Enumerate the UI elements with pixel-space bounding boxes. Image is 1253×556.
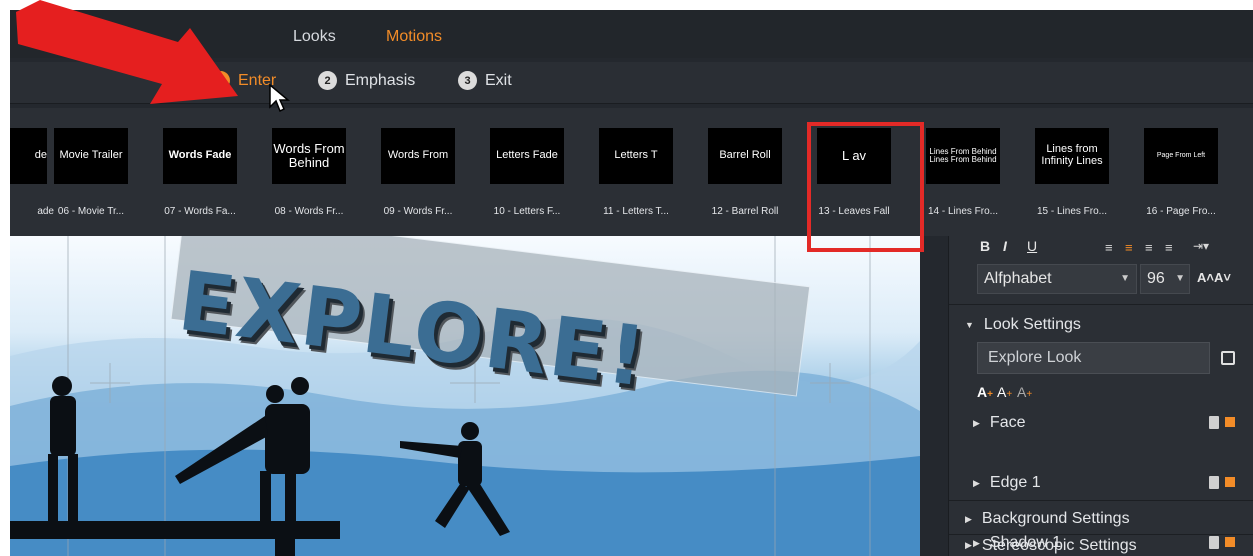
- preset-thumbnail[interactable]: Letters Fade 10 - Letters F...: [483, 128, 571, 217]
- preset-caption: 12 - Barrel Roll: [711, 206, 779, 217]
- align-center-icon[interactable]: ≡: [1125, 240, 1133, 255]
- preset-preview: Words From: [381, 128, 455, 184]
- text-direction-icon[interactable]: ⇥▾: [1193, 239, 1209, 253]
- preset-thumbnail[interactable]: Lines From Behind Lines From Behind 14 -…: [919, 128, 1007, 217]
- layer-edge-label: Edge 1: [989, 474, 1041, 491]
- look-name-field[interactable]: Explore Look: [977, 342, 1210, 374]
- color-swatch[interactable]: [1225, 477, 1235, 487]
- look-settings-header[interactable]: ▼ Look Settings: [949, 310, 1253, 340]
- divider: [949, 500, 1253, 501]
- preset-thumbnail[interactable]: Lines from Infinity Lines 15 - Lines Fro…: [1028, 128, 1116, 217]
- align-right-icon[interactable]: ≡: [1145, 240, 1153, 255]
- preview-scene: [10, 236, 920, 556]
- annotation-arrow-icon: [16, 0, 238, 104]
- expand-down-icon: ▼: [965, 320, 974, 330]
- font-family-value: Alfphabet: [984, 270, 1052, 287]
- title-preview-canvas[interactable]: EXPLORE!: [10, 236, 920, 556]
- motion-preset-strip: de ade Movie Trailer 06 - Movie Tr... Wo…: [10, 108, 1253, 236]
- look-name-value: Explore Look: [988, 349, 1082, 366]
- expand-right-icon: ▶: [965, 540, 972, 550]
- color-swatch[interactable]: [1225, 417, 1235, 427]
- add-face-icon[interactable]: A+: [977, 384, 993, 400]
- layer-add-toolbar: A+ A+ A+: [949, 384, 1253, 406]
- add-shadow-icon[interactable]: A+: [1017, 384, 1032, 400]
- preset-thumbnail[interactable]: Movie Trailer 06 - Movie Tr...: [47, 128, 135, 217]
- trash-icon[interactable]: [1209, 416, 1219, 429]
- look-name-row: Explore Look: [949, 342, 1253, 376]
- preset-preview: Letters T: [599, 128, 673, 184]
- tab-exit-label: Exit: [485, 71, 512, 89]
- preset-preview: Lines from Infinity Lines: [1035, 128, 1109, 184]
- font-size-select[interactable]: 96 ▼: [1140, 264, 1190, 294]
- save-look-icon[interactable]: [1221, 351, 1235, 365]
- align-left-icon[interactable]: ≡: [1105, 240, 1113, 255]
- layer-edge-1[interactable]: ▶ Edge 1: [949, 468, 1253, 498]
- look-settings-label: Look Settings: [983, 316, 1081, 333]
- preset-preview: de: [10, 128, 47, 184]
- expand-right-icon: ▶: [973, 477, 980, 488]
- preset-caption: 11 - Letters T...: [603, 206, 669, 217]
- preset-thumbnail[interactable]: Words From 09 - Words Fr...: [374, 128, 462, 217]
- tab-emphasis[interactable]: 2 Emphasis: [318, 71, 415, 90]
- tab-exit[interactable]: 3 Exit: [458, 71, 512, 90]
- font-family-select[interactable]: Alfphabet ▼: [977, 264, 1137, 294]
- font-row: Alfphabet ▼ 96 ▼ A˄A˅: [949, 264, 1253, 296]
- layer-face-label: Face: [989, 414, 1026, 431]
- preset-caption: 15 - Lines Fro...: [1036, 206, 1108, 217]
- preset-preview: Letters Fade: [490, 128, 564, 184]
- preset-caption: 09 - Words Fr...: [383, 206, 453, 217]
- preset-preview: Barrel Roll: [708, 128, 782, 184]
- background-settings-label: Background Settings: [981, 510, 1130, 527]
- preset-caption: 14 - Lines Fro...: [927, 206, 999, 217]
- preset-thumbnail[interactable]: Words Fade 07 - Words Fa...: [156, 128, 244, 217]
- preset-caption: 07 - Words Fa...: [164, 206, 236, 217]
- bold-icon[interactable]: B: [980, 238, 990, 254]
- background-settings-header[interactable]: ▶ Background Settings: [949, 504, 1253, 534]
- preset-preview: Words Fade: [163, 128, 237, 184]
- chevron-down-icon: ▼: [1120, 273, 1130, 284]
- stereoscopic-settings-label: Stereoscopic Settings: [981, 536, 1137, 554]
- preset-thumbnail[interactable]: Page From Left 16 - Page Fro...: [1137, 128, 1225, 217]
- font-size-increase-icon[interactable]: A˄A˅: [1197, 270, 1231, 285]
- expand-right-icon: ▶: [973, 417, 980, 428]
- preset-preview: Page From Left: [1144, 128, 1218, 184]
- preset-caption: 06 - Movie Tr...: [57, 206, 125, 217]
- preset-caption: 08 - Words Fr...: [274, 206, 344, 217]
- preset-preview: Words From Behind: [272, 128, 346, 184]
- chevron-down-icon: ▼: [1175, 273, 1185, 284]
- text-format-toolbar: B I U ≡ ≡ ≡ ≡ ⇥▾: [949, 238, 1253, 260]
- trash-icon[interactable]: [1209, 476, 1219, 489]
- step-3-icon: 3: [458, 71, 477, 90]
- preset-preview: Movie Trailer: [54, 128, 128, 184]
- italic-icon[interactable]: I: [1003, 238, 1007, 254]
- preset-thumbnail[interactable]: Letters T 11 - Letters T...: [592, 128, 680, 217]
- preset-thumbnail[interactable]: Barrel Roll 12 - Barrel Roll: [701, 128, 789, 217]
- stereoscopic-settings-header[interactable]: ▶ Stereoscopic Settings: [949, 535, 1253, 556]
- layer-face[interactable]: ▶ Face: [949, 408, 1253, 438]
- add-edge-icon[interactable]: A+: [997, 384, 1012, 400]
- font-size-value: 96: [1147, 270, 1165, 287]
- tab-motions[interactable]: Motions: [386, 28, 442, 46]
- step-2-icon: 2: [318, 71, 337, 90]
- expand-right-icon: ▶: [965, 513, 972, 524]
- tab-emphasis-label: Emphasis: [345, 71, 416, 89]
- settings-panel: B I U ≡ ≡ ≡ ≡ ⇥▾ Alfphabet ▼ 96 ▼ A˄A˅ ▼…: [948, 236, 1253, 556]
- preset-caption: 10 - Letters F...: [493, 206, 561, 217]
- preset-preview: Lines From Behind Lines From Behind: [926, 128, 1000, 184]
- preset-thumbnail[interactable]: Words From Behind 08 - Words Fr...: [265, 128, 353, 217]
- justify-icon[interactable]: ≡: [1165, 240, 1173, 255]
- preset-caption: 16 - Page Fro...: [1146, 206, 1216, 217]
- underline-icon[interactable]: U: [1027, 238, 1037, 254]
- highlight-box: [807, 122, 924, 252]
- divider: [949, 304, 1253, 305]
